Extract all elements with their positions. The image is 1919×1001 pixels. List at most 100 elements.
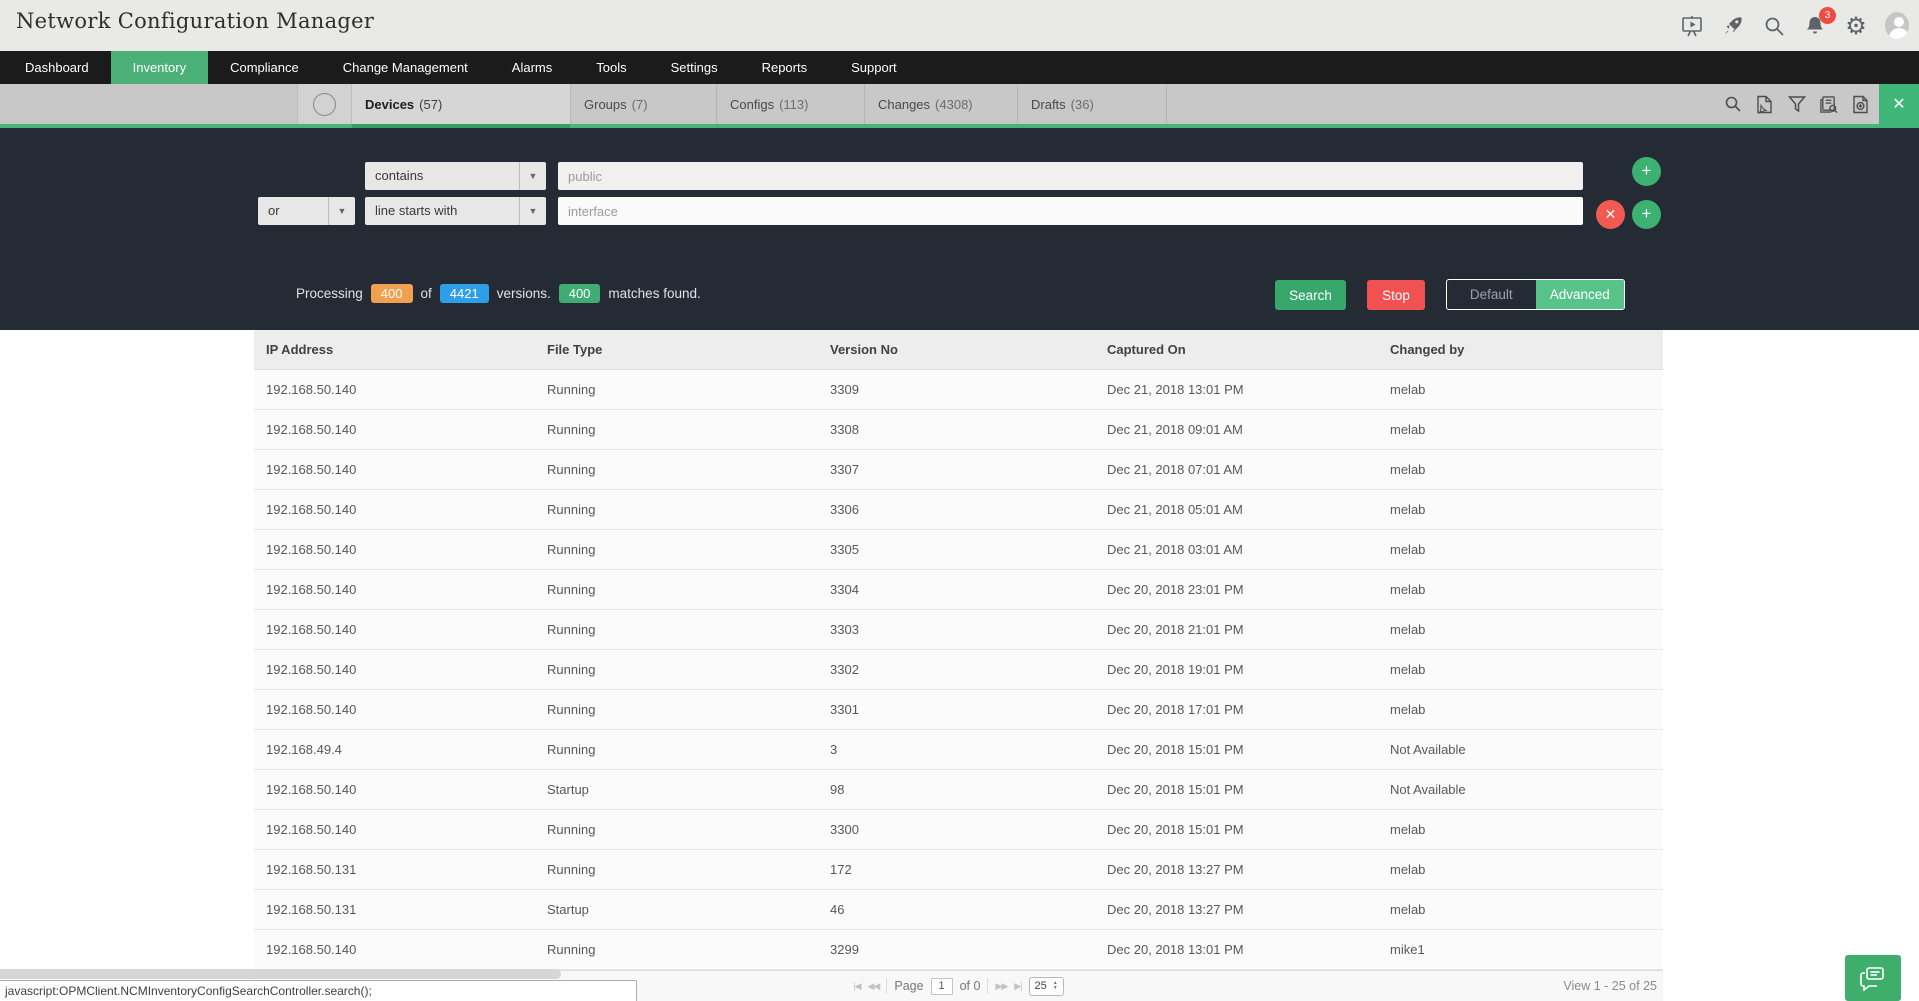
cell-ip-address: 192.168.50.140 [254,822,535,837]
nav-item-support[interactable]: Support [829,51,919,84]
cell-captured-on: Dec 21, 2018 13:01 PM [1095,382,1378,397]
table-row[interactable]: 192.168.50.140 Running 3300 Dec 20, 2018… [254,810,1663,850]
view-range-label: View 1 - 25 of 25 [1563,971,1657,1001]
add-draft-icon[interactable] [1851,95,1870,114]
add-criteria-button-2[interactable]: + [1632,200,1661,229]
cell-ip-address: 192.168.50.140 [254,422,535,437]
chat-button[interactable] [1845,955,1901,1001]
table-row[interactable]: 192.168.50.131 Running 172 Dec 20, 2018 … [254,850,1663,890]
tab-count: (36) [1071,97,1094,112]
cell-changed-by: melab [1378,862,1663,877]
tab-toolbar [1723,84,1870,124]
search-icon[interactable] [1723,95,1742,114]
criteria-join-dropdown[interactable]: or ▼ [258,197,355,225]
search-configs-icon[interactable] [1819,95,1838,114]
table-row[interactable]: 192.168.50.140 Running 3302 Dec 20, 2018… [254,650,1663,690]
notification-badge[interactable]: 3 [1819,7,1836,24]
column-header-filetype[interactable]: File Type [535,342,818,357]
remove-criteria-button[interactable]: ✕ [1596,200,1625,229]
top-header: Network Configuration Manager 3 ⚙ [0,0,1919,51]
table-row[interactable]: 192.168.50.140 Startup 98 Dec 20, 2018 1… [254,770,1663,810]
table-row[interactable]: 192.168.49.4 Running 3 Dec 20, 2018 15:0… [254,730,1663,770]
cell-file-type: Running [535,462,818,477]
column-header-version[interactable]: Version No [818,342,1095,357]
nav-item-compliance[interactable]: Compliance [208,51,321,84]
cell-captured-on: Dec 20, 2018 15:01 PM [1095,782,1378,797]
page-number-input[interactable] [931,978,953,995]
nav-item-label: Reports [762,60,808,75]
cell-version-no: 98 [818,782,1095,797]
table-row[interactable]: 192.168.50.140 Running 3309 Dec 21, 2018… [254,370,1663,410]
next-page-icon[interactable]: ▶▶ [995,981,1007,992]
table-row[interactable]: 192.168.50.140 Running 3308 Dec 21, 2018… [254,410,1663,450]
stop-button[interactable]: Stop [1367,280,1425,310]
filter-icon[interactable] [1787,95,1806,114]
tab-changes[interactable]: Changes (4308) [865,84,1018,124]
nav-item-tools[interactable]: Tools [574,51,648,84]
first-page-icon[interactable]: |◀ [853,981,860,992]
page-size-select[interactable]: 25 ▲▼ [1029,977,1064,996]
bell-icon[interactable]: 3 [1803,14,1827,38]
column-header-changedby[interactable]: Changed by [1378,342,1663,357]
criteria-operator-dropdown-2[interactable]: line starts with ▼ [365,197,546,225]
pdf-export-icon[interactable] [1755,95,1774,114]
cell-captured-on: Dec 21, 2018 07:01 AM [1095,462,1378,477]
criteria-pattern-input-2[interactable] [558,197,1583,225]
table-row[interactable]: 192.168.50.140 Running 3306 Dec 21, 2018… [254,490,1663,530]
nav-item-reports[interactable]: Reports [740,51,830,84]
cell-changed-by: melab [1378,902,1663,917]
search-icon[interactable] [1762,14,1786,38]
cell-version-no: 3304 [818,582,1095,597]
search-button[interactable]: Search [1275,280,1346,310]
table-row[interactable]: 192.168.50.140 Running 3304 Dec 20, 2018… [254,570,1663,610]
select-all-toggle[interactable] [298,84,352,124]
add-criteria-button[interactable]: + [1632,157,1661,186]
table-row[interactable]: 192.168.50.140 Running 3299 Dec 20, 2018… [254,930,1663,970]
table-row[interactable]: 192.168.50.140 Running 3303 Dec 20, 2018… [254,610,1663,650]
avatar[interactable] [1885,14,1909,38]
cell-version-no: 46 [818,902,1095,917]
cell-changed-by: melab [1378,662,1663,677]
rocket-icon[interactable] [1721,14,1745,38]
table-row[interactable]: 192.168.50.131 Startup 46 Dec 20, 2018 1… [254,890,1663,930]
horizontal-scrollbar[interactable] [0,969,561,979]
column-header-ip[interactable]: IP Address [254,342,535,357]
criteria-operator-dropdown[interactable]: contains ▼ [365,162,546,190]
cell-file-type: Running [535,382,818,397]
network-configuration-manager-app: Network Configuration Manager 3 ⚙ Dashbo… [0,0,1919,1001]
cell-file-type: Running [535,422,818,437]
default-mode-button[interactable]: Default [1447,280,1536,309]
nav-item-change-management[interactable]: Change Management [321,51,490,84]
tab-devices[interactable]: Devices (57) [352,84,571,124]
cell-captured-on: Dec 20, 2018 15:01 PM [1095,822,1378,837]
tab-count: (7) [632,97,648,112]
nav-item-inventory[interactable]: Inventory [111,51,208,84]
close-search-button[interactable]: ✕ [1879,84,1919,128]
last-page-icon[interactable]: ▶| [1014,981,1021,992]
cell-changed-by: melab [1378,622,1663,637]
nav-item-label: Inventory [133,60,186,75]
gear-icon[interactable]: ⚙ [1844,14,1868,38]
cell-changed-by: melab [1378,542,1663,557]
table-row[interactable]: 192.168.50.140 Running 3301 Dec 20, 2018… [254,690,1663,730]
nav-item-settings[interactable]: Settings [649,51,740,84]
spinner-icon: ▲▼ [1053,981,1058,991]
tab-groups[interactable]: Groups (7) [571,84,717,124]
advanced-mode-button[interactable]: Advanced [1536,280,1625,309]
column-header-captured[interactable]: Captured On [1095,342,1378,357]
tab-drafts[interactable]: Drafts (36) [1018,84,1167,124]
presentation-icon[interactable] [1680,14,1704,38]
processing-status: Processing 400 of 4421 versions. 400 mat… [296,278,701,308]
prev-page-icon[interactable]: ◀◀ [868,981,880,992]
nav-item-dashboard[interactable]: Dashboard [3,51,111,84]
table-row[interactable]: 192.168.50.140 Running 3307 Dec 21, 2018… [254,450,1663,490]
matches-count-badge: 400 [559,284,601,303]
criteria-pattern-input[interactable] [558,162,1583,190]
tab-configs[interactable]: Configs (113) [717,84,865,124]
cell-version-no: 3 [818,742,1095,757]
cell-ip-address: 192.168.49.4 [254,742,535,757]
cell-ip-address: 192.168.50.140 [254,782,535,797]
table-row[interactable]: 192.168.50.140 Running 3305 Dec 21, 2018… [254,530,1663,570]
nav-item-alarms[interactable]: Alarms [490,51,574,84]
cell-changed-by: melab [1378,462,1663,477]
